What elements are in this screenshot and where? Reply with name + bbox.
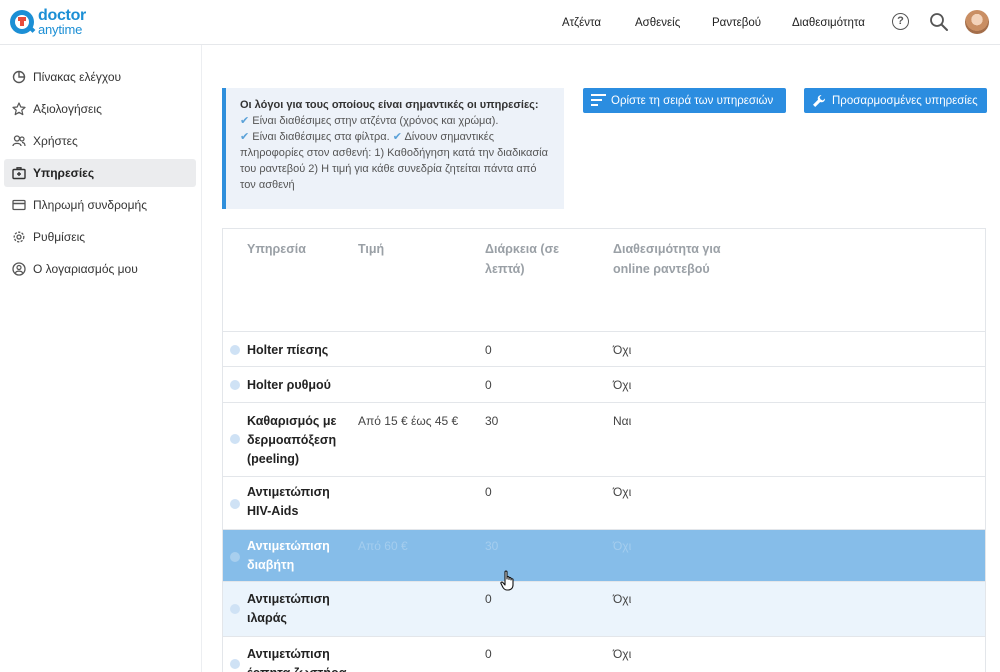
drag-handle-dot[interactable]: [230, 659, 240, 669]
sidebar-item-reviews[interactable]: Αξιολογήσεις: [4, 95, 196, 123]
sidebar: Πίνακας ελέγχου Αξιολογήσεις Χρήστες Υπη…: [0, 45, 202, 672]
table-row[interactable]: Αντιμετώπιση έρπητα ζωστήρα 0 Όχι: [223, 637, 985, 672]
table-row-dragging[interactable]: Αντιμετώπιση διαβήτη Από 60 € 30 Όχι: [223, 530, 985, 582]
col-header-service[interactable]: Υπηρεσία: [247, 239, 306, 259]
table-row[interactable]: Holter ρυθμού 0 Όχι: [223, 367, 985, 403]
drag-handle-dot[interactable]: [230, 604, 240, 614]
users-icon: [12, 134, 26, 148]
sidebar-item-subscription[interactable]: Πληρωμή συνδρομής: [4, 191, 196, 219]
medical-box-icon: [12, 166, 26, 180]
check-icon: ✔: [392, 131, 402, 143]
nav-agenda[interactable]: Ατζέντα: [562, 17, 601, 29]
table-row[interactable]: Αντιμετώπιση ιλαράς 0 Όχι: [223, 582, 985, 637]
drag-handle-dot[interactable]: [230, 380, 240, 390]
sidebar-item-settings[interactable]: Ρυθμίσεις: [4, 223, 196, 251]
services-info-box: Οι λόγοι για τους οποίους είναι σημαντικ…: [222, 88, 564, 209]
table-row[interactable]: Αντιμετώπιση HIV-Aids 0 Όχι: [223, 477, 985, 530]
drag-handle-dot[interactable]: [230, 552, 240, 562]
wrench-icon: [812, 94, 827, 107]
info-reason-2: Είναι διαθέσιμες στα φίλτρα.: [252, 131, 390, 143]
doctoranytime-logo[interactable]: doctor anytime: [10, 7, 100, 39]
account-icon: [12, 262, 26, 276]
sort-lines-icon: [591, 94, 606, 106]
star-icon: [12, 102, 26, 116]
sidebar-item-dashboard[interactable]: Πίνακας ελέγχου: [4, 63, 196, 91]
nav-appointments[interactable]: Ραντεβού: [712, 17, 761, 29]
drag-handle-dot[interactable]: [230, 434, 240, 444]
gear-icon: [12, 230, 26, 244]
check-icon: ✔: [240, 115, 250, 127]
credit-card-icon: [12, 198, 26, 212]
logo-word-anytime: anytime: [38, 22, 83, 37]
col-header-duration[interactable]: Διάρκεια (σε λεπτά): [485, 239, 595, 279]
top-header: doctor anytime Ατζέντα Ασθενείς Ραντεβού…: [0, 0, 1000, 45]
sidebar-item-account[interactable]: Ο λογαριασμός μου: [4, 255, 196, 283]
services-table: Υπηρεσία Τιμή Διάρκεια (σε λεπτά) Διαθεσ…: [222, 228, 986, 672]
nav-availability[interactable]: Διαθεσιμότητα: [792, 17, 865, 29]
col-header-price[interactable]: Τιμή: [358, 239, 384, 259]
nav-patients[interactable]: Ασθενείς: [635, 17, 680, 29]
info-reason-1: Είναι διαθέσιμες στην ατζέντα (χρόνος κα…: [252, 115, 499, 127]
hand-cursor-icon: [500, 570, 516, 592]
drag-handle-dot[interactable]: [230, 345, 240, 355]
table-header: Υπηρεσία Τιμή Διάρκεια (σε λεπτά) Διαθεσ…: [223, 229, 985, 332]
col-header-availability[interactable]: Διαθεσιμότητα για online ραντεβού: [613, 239, 728, 279]
custom-services-button[interactable]: Προσαρμοσμένες υπηρεσίες: [804, 88, 987, 113]
table-row[interactable]: Καθαρισμός με δερμοαπόξεση (peeling) Από…: [223, 403, 985, 477]
check-icon: ✔: [240, 131, 250, 143]
set-service-order-button[interactable]: Ορίστε τη σειρά των υπηρεσιών: [583, 88, 786, 113]
pie-chart-icon: [12, 70, 26, 84]
search-icon[interactable]: [928, 11, 950, 33]
info-title: Οι λόγοι για τους οποίους είναι σημαντικ…: [240, 99, 539, 111]
help-icon[interactable]: ?: [890, 11, 912, 33]
table-row[interactable]: Holter πίεσης 0 Όχι: [223, 332, 985, 367]
avatar[interactable]: [965, 10, 989, 34]
sidebar-item-services[interactable]: Υπηρεσίες: [4, 159, 196, 187]
drag-handle-dot[interactable]: [230, 499, 240, 509]
sidebar-item-users[interactable]: Χρήστες: [4, 127, 196, 155]
